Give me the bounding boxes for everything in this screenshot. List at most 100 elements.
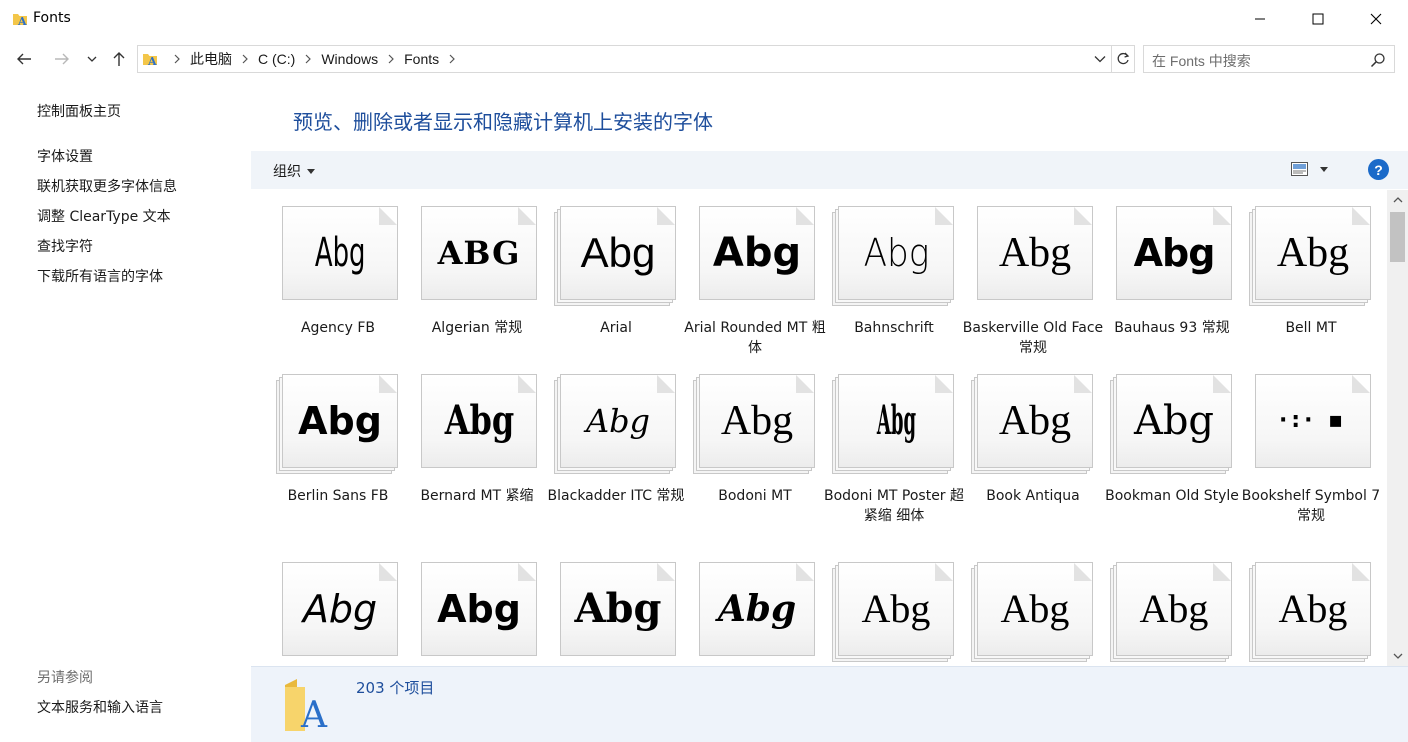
font-preview-icon: Abg (832, 206, 954, 306)
breadcrumb-windows[interactable]: Windows (319, 51, 380, 67)
font-sample-text: Abg (998, 230, 1072, 276)
breadcrumb-fonts[interactable]: Fonts (402, 51, 441, 67)
breadcrumb-separator-icon[interactable] (166, 46, 188, 72)
refresh-button[interactable] (1112, 46, 1134, 72)
font-sample-text: Abg (444, 397, 514, 444)
font-sample-text: Abg (585, 402, 651, 440)
scroll-thumb[interactable] (1390, 212, 1405, 262)
address-history-button[interactable] (1088, 46, 1112, 72)
close-button[interactable] (1347, 0, 1405, 38)
font-preview-icon: Abg (832, 562, 954, 662)
font-preview-icon: Abg (971, 562, 1093, 662)
font-name: Book Antiqua (986, 488, 1080, 504)
find-character-link[interactable]: 查找字符 (37, 236, 93, 256)
font-preview-icon: Abg (693, 374, 815, 474)
font-name: Bauhaus 93 常规 (1114, 320, 1230, 336)
font-preview-icon: Abg (415, 374, 537, 474)
caret-down-icon (307, 168, 315, 174)
breadcrumb-separator-icon[interactable] (297, 46, 319, 72)
vertical-scrollbar[interactable] (1387, 190, 1408, 666)
font-sample-text: Abg (437, 587, 521, 631)
recent-locations-button[interactable] (82, 46, 102, 72)
breadcrumb-separator-icon[interactable] (441, 46, 463, 72)
adjust-cleartype-link[interactable]: 调整 ClearType 文本 (37, 206, 171, 226)
navigation-bar: A 此电脑 C (C:) Windows Fonts 在 Fonts 中搜索 (0, 42, 1408, 76)
font-sample-text: Abg (861, 586, 931, 631)
font-sample-text: Abg (1133, 231, 1216, 275)
font-preview-icon: Abg (971, 374, 1093, 474)
font-preview-icon: Abg (971, 206, 1093, 306)
font-name: Arial (600, 320, 632, 336)
search-box[interactable]: 在 Fonts 中搜索 (1143, 45, 1395, 73)
organize-label: 组织 (273, 164, 301, 180)
font-preview-icon: Abg (415, 562, 537, 662)
caret-down-icon (1320, 166, 1328, 172)
chevron-down-icon (1393, 653, 1402, 659)
minimize-button[interactable] (1231, 0, 1289, 38)
font-sample-text: Abg (1139, 586, 1209, 631)
get-more-font-info-link[interactable]: 联机获取更多字体信息 (37, 176, 177, 196)
up-arrow-icon (113, 52, 125, 66)
font-preview-icon: Abg (832, 374, 954, 474)
search-icon[interactable] (1370, 52, 1386, 68)
change-view-button[interactable] (1291, 162, 1328, 176)
font-preview-icon: Abg (1249, 562, 1371, 662)
fonts-folder-icon: A (285, 679, 328, 733)
svg-text:A: A (300, 695, 328, 733)
breadcrumb-separator-icon[interactable] (380, 46, 402, 72)
back-button[interactable] (12, 46, 36, 72)
svg-text:A: A (17, 15, 27, 27)
fonts-folder-icon: A (143, 54, 157, 67)
font-sample-text: Abg (1000, 586, 1070, 631)
font-name: Arial Rounded MT 粗体 (684, 320, 826, 356)
font-sample-text: Abg (298, 399, 382, 443)
font-name: Blackadder ITC 常规 (547, 488, 685, 504)
font-name: Bahnschrift (854, 320, 934, 336)
chevron-up-icon (1393, 197, 1402, 203)
refresh-icon (1117, 52, 1130, 65)
font-name: Algerian 常规 (431, 320, 523, 336)
search-input[interactable]: 在 Fonts 中搜索 (1152, 51, 1251, 71)
window-title: Fonts (33, 10, 71, 26)
download-all-language-fonts-link[interactable]: 下载所有语言的字体 (37, 266, 163, 286)
help-button[interactable]: ? (1368, 159, 1389, 180)
font-preview-icon: ·:· ▪ (1249, 374, 1371, 474)
font-preview-icon: Abg (693, 206, 815, 306)
font-preview-icon: Abg (1249, 206, 1371, 306)
font-sample-text: Abg (302, 587, 378, 631)
control-panel-home-link[interactable]: 控制面板主页 (37, 101, 121, 121)
fonts-folder-icon: A (13, 14, 27, 27)
font-sample-text: Abg (998, 398, 1072, 444)
title-bar[interactable]: A Fonts (0, 0, 1408, 38)
command-bar: 组织 ? (251, 151, 1408, 189)
font-sample-text: Abg (580, 229, 656, 276)
up-button[interactable] (107, 46, 131, 72)
text-services-link[interactable]: 文本服务和输入语言 (37, 697, 163, 717)
maximize-button[interactable] (1289, 0, 1347, 38)
font-sample-text: ·:· ▪ (1278, 408, 1348, 433)
font-name: Bodoni MT Poster 超紧缩 细体 (823, 488, 965, 524)
minimize-icon (1255, 18, 1265, 20)
breadcrumb-c-drive[interactable]: C (C:) (256, 51, 297, 67)
breadcrumb-separator-icon[interactable] (234, 46, 256, 72)
font-name: Bookman Old Style (1105, 488, 1239, 504)
task-pane: 控制面板主页 字体设置 联机获取更多字体信息 调整 ClearType 文本 查… (0, 80, 251, 742)
font-settings-link[interactable]: 字体设置 (37, 146, 93, 166)
forward-arrow-icon (55, 53, 69, 65)
font-name: Baskerville Old Face 常规 (962, 320, 1104, 356)
scroll-down-button[interactable] (1387, 646, 1408, 666)
back-arrow-icon (17, 53, 31, 65)
font-preview-icon: Abg (1110, 374, 1232, 474)
font-name: Berlin Sans FB (287, 488, 389, 504)
close-icon (1370, 13, 1382, 25)
chevron-down-icon (87, 56, 97, 62)
font-preview-icon: Abg (276, 206, 398, 306)
organize-menu[interactable]: 组织 (273, 161, 315, 181)
breadcrumb-this-pc[interactable]: 此电脑 (188, 49, 234, 69)
address-bar[interactable]: A 此电脑 C (C:) Windows Fonts (137, 45, 1135, 73)
font-preview-icon: Abg (1110, 206, 1232, 306)
font-sample-text: Abg (314, 230, 366, 276)
scroll-up-button[interactable] (1387, 190, 1408, 210)
forward-button[interactable] (50, 46, 74, 72)
font-sample-text: Abg (574, 585, 662, 632)
